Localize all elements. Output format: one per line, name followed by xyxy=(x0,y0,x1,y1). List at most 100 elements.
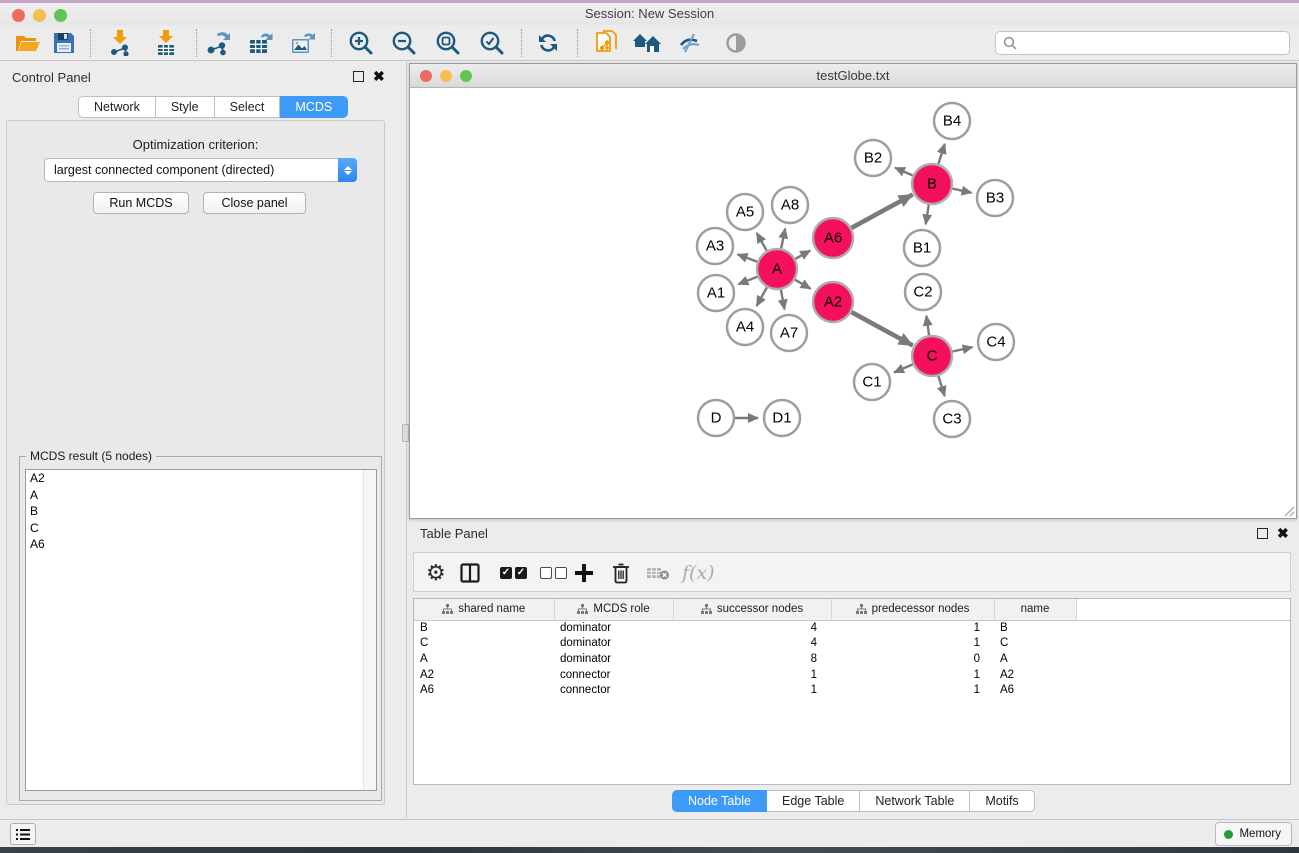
graph-edge-A-A3[interactable] xyxy=(738,254,758,261)
graph-edge-B-B1[interactable] xyxy=(926,205,929,225)
table-row[interactable]: A2connector11A2 xyxy=(414,667,1290,683)
graph-edge-A-A5[interactable] xyxy=(757,233,767,251)
zoom-window-button[interactable] xyxy=(460,70,472,82)
attribute-icon xyxy=(701,604,712,615)
network-window-titlebar[interactable]: testGlobe.txt xyxy=(410,64,1296,88)
graph-edge-B-B3[interactable] xyxy=(952,189,971,193)
import-table-icon[interactable] xyxy=(150,28,182,58)
graph-edge-A-A7[interactable] xyxy=(781,290,785,310)
tab-node-table[interactable]: Node Table xyxy=(672,790,767,812)
table-row[interactable]: Bdominator41B xyxy=(414,620,1290,636)
table-cell: C xyxy=(414,636,554,652)
network-canvas[interactable]: AA6A2BCA5A8A3A1A4A7B2B4B3B1C2C4C1C3DD1 xyxy=(410,88,1296,518)
export-network-icon[interactable] xyxy=(202,28,234,58)
zoom-fit-icon[interactable] xyxy=(432,28,464,58)
table-row[interactable]: Cdominator41C xyxy=(414,636,1290,652)
graph-node-label: A6 xyxy=(824,230,842,247)
table-panel-title: Table Panel xyxy=(420,526,488,541)
table-settings-gear-icon[interactable]: ⚙ xyxy=(426,559,446,587)
table-cell: 0 xyxy=(831,651,994,667)
graph-edge-A-A4[interactable] xyxy=(757,287,767,306)
graph-node-label: A4 xyxy=(736,319,754,336)
show-task-history-button[interactable] xyxy=(10,823,36,845)
tab-style[interactable]: Style xyxy=(156,96,215,118)
toolbar-separator xyxy=(90,29,91,57)
close-panel-icon[interactable]: ✖ xyxy=(373,71,385,82)
graph-edge-C-C2[interactable] xyxy=(926,316,929,335)
tab-motifs[interactable]: Motifs xyxy=(970,790,1034,812)
zoom-in-icon[interactable] xyxy=(345,28,377,58)
graph-edge-B-B2[interactable] xyxy=(895,168,913,176)
tab-mcds[interactable]: MCDS xyxy=(280,96,348,118)
zoom-selected-icon[interactable] xyxy=(476,28,508,58)
graph-edge-A2-C[interactable] xyxy=(851,312,912,345)
table-cell: dominator xyxy=(554,636,673,652)
graph-edge-A-A1[interactable] xyxy=(738,277,757,285)
show-columns-icon[interactable] xyxy=(460,559,480,587)
optimization-criterion-select[interactable]: largest connected component (directed) xyxy=(44,158,357,182)
search-field[interactable] xyxy=(995,31,1290,55)
tab-network-table[interactable]: Network Table xyxy=(860,790,970,812)
tab-edge-table[interactable]: Edge Table xyxy=(767,790,860,812)
export-image-icon[interactable] xyxy=(287,28,319,58)
delete-table-trash-icon[interactable] xyxy=(612,559,630,587)
toolbar-separator xyxy=(196,29,197,57)
mcds-result-item[interactable]: A xyxy=(26,487,376,504)
import-network-icon[interactable] xyxy=(104,28,136,58)
table-row[interactable]: Adominator80A xyxy=(414,651,1290,667)
column-header-name[interactable]: name xyxy=(994,599,1076,620)
resize-grip-icon[interactable] xyxy=(1283,505,1295,517)
open-file-icon[interactable] xyxy=(12,28,44,58)
search-input[interactable] xyxy=(1022,36,1289,50)
memory-button[interactable]: Memory xyxy=(1215,822,1292,846)
table-cell: A2 xyxy=(414,667,554,683)
eye-icon[interactable] xyxy=(720,28,752,58)
graph-edge-C-C3[interactable] xyxy=(938,376,944,396)
mcds-result-item[interactable]: C xyxy=(26,520,376,537)
minimize-window-button[interactable] xyxy=(440,70,452,82)
close-window-button[interactable] xyxy=(12,9,25,22)
home-icon[interactable] xyxy=(631,28,663,58)
zoom-window-button[interactable] xyxy=(54,9,67,22)
add-column-icon[interactable] xyxy=(574,559,594,587)
select-all-icon[interactable]: ✓✓ xyxy=(500,559,527,587)
run-mcds-button[interactable]: Run MCDS xyxy=(93,192,189,214)
column-header-predecessor-nodes[interactable]: predecessor nodes xyxy=(831,599,994,620)
graph-node-label: D xyxy=(711,410,722,427)
tab-network[interactable]: Network xyxy=(78,96,156,118)
graph-edge-A6-B[interactable] xyxy=(851,195,912,228)
float-panel-icon[interactable] xyxy=(1257,528,1268,539)
scrollbar[interactable] xyxy=(363,470,376,790)
panel-divider-grip[interactable] xyxy=(402,424,409,442)
close-window-button[interactable] xyxy=(420,70,432,82)
table-cell: 1 xyxy=(673,682,831,698)
column-header-shared-name[interactable]: shared name xyxy=(414,599,554,620)
graph-edge-C-C1[interactable] xyxy=(894,364,913,372)
float-panel-icon[interactable] xyxy=(353,71,364,82)
clone-network-icon[interactable] xyxy=(591,28,623,58)
close-panel-button[interactable]: Close panel xyxy=(203,192,306,214)
column-header-successor-nodes[interactable]: successor nodes xyxy=(673,599,831,620)
graph-edge-A-A6[interactable] xyxy=(795,251,810,259)
status-bar: Memory xyxy=(0,819,1299,847)
export-table-icon[interactable] xyxy=(245,28,277,58)
hide-panel-icon[interactable] xyxy=(674,28,706,58)
mcds-result-item[interactable]: B xyxy=(26,503,376,520)
graph-edge-C-C4[interactable] xyxy=(953,347,973,351)
minimize-window-button[interactable] xyxy=(33,9,46,22)
graph-edge-A-A2[interactable] xyxy=(795,280,811,289)
mcds-result-item[interactable]: A6 xyxy=(26,536,376,553)
zoom-out-icon[interactable] xyxy=(388,28,420,58)
mcds-result-title: MCDS result (5 nodes) xyxy=(26,449,156,463)
close-panel-icon[interactable]: ✖ xyxy=(1277,528,1289,539)
graph-edge-A-A8[interactable] xyxy=(781,229,785,249)
graph-edge-B-B4[interactable] xyxy=(938,144,944,164)
deselect-all-icon[interactable] xyxy=(540,559,567,587)
tab-select[interactable]: Select xyxy=(215,96,281,118)
table-row[interactable]: A6connector11A6 xyxy=(414,682,1290,698)
mcds-result-item[interactable]: A2 xyxy=(26,470,376,487)
attribute-icon xyxy=(856,604,867,615)
column-header-mcds-role[interactable]: MCDS role xyxy=(554,599,673,620)
save-session-icon[interactable] xyxy=(48,28,80,58)
refresh-icon[interactable] xyxy=(532,28,564,58)
